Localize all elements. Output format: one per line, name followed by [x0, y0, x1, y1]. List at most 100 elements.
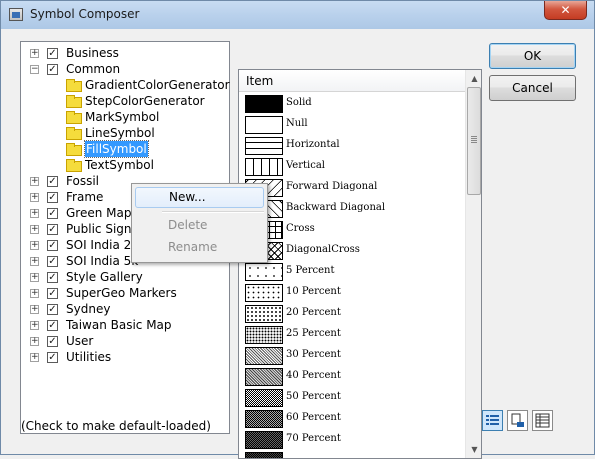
symbol-list-item[interactable]: 60 Percent [245, 409, 460, 429]
fill-pattern-swatch [245, 263, 283, 281]
context-menu-new[interactable]: New... [135, 187, 264, 208]
tree-item-textsymbol[interactable]: TextSymbol [21, 157, 226, 173]
list-vertical-scrollbar[interactable]: ▲ ▼ [465, 70, 481, 458]
scroll-up-arrow-icon[interactable]: ▲ [466, 70, 481, 87]
symbol-list-item[interactable]: 40 Percent [245, 367, 460, 387]
symbol-list-item[interactable]: Horizontal [245, 136, 460, 156]
symbol-label: 70 Percent [286, 433, 341, 444]
tree-item-fillsymbol[interactable]: FillSymbol [21, 140, 226, 158]
default-load-checkbox[interactable]: ✓ [47, 352, 58, 363]
list-view-icon [486, 415, 499, 425]
symbol-list-item[interactable]: 10 Percent [245, 283, 460, 303]
symbol-list-item[interactable]: 20 Percent [245, 304, 460, 324]
tree-item-label: FillSymbol [84, 140, 149, 158]
symbol-list-item[interactable]: Solid [245, 94, 460, 114]
default-loaded-hint: (Check to make default-loaded) [21, 419, 211, 433]
tree-item-business[interactable]: + ✓ Business [21, 45, 226, 61]
default-load-checkbox[interactable]: ✓ [47, 320, 58, 331]
default-load-checkbox[interactable]: ✓ [47, 64, 58, 75]
default-load-checkbox[interactable]: ✓ [47, 48, 58, 59]
default-load-checkbox[interactable]: ✓ [47, 272, 58, 283]
grid-view-button[interactable] [532, 410, 553, 431]
symbol-label: Vertical [286, 160, 325, 171]
cancel-button[interactable]: Cancel [489, 75, 576, 101]
default-load-checkbox[interactable]: ✓ [47, 192, 58, 203]
tree-item-gradientcolorgenerator[interactable]: GradientColorGenerator [21, 77, 230, 93]
app-window-icon [9, 8, 23, 21]
expand-icon[interactable]: + [30, 241, 39, 250]
detail-view-button[interactable] [507, 410, 528, 431]
symbol-list-item[interactable]: Forward Diagonal [245, 178, 460, 198]
context-menu-separator [162, 211, 264, 213]
symbol-list-item[interactable]: Null [245, 115, 460, 135]
context-menu-delete: Delete [168, 218, 208, 232]
close-button[interactable]: ✕ [544, 1, 587, 20]
tree-item-supergeo-markers[interactable]: + ✓ SuperGeo Markers [21, 285, 226, 301]
title-bar[interactable]: Symbol Composer ✕ [1, 1, 594, 29]
scroll-thumb[interactable] [467, 87, 481, 195]
symbol-list-item[interactable]: Backward Diagonal [245, 199, 460, 219]
item-column-header[interactable]: Item [239, 70, 466, 92]
tree-item-label: Taiwan Basic Map [66, 318, 172, 332]
default-load-checkbox[interactable]: ✓ [47, 176, 58, 187]
expand-icon[interactable]: + [30, 193, 39, 202]
default-load-checkbox[interactable]: ✓ [47, 224, 58, 235]
scroll-down-arrow-icon[interactable]: ▼ [466, 441, 481, 458]
tree-item-linesymbol[interactable]: LineSymbol [21, 125, 226, 141]
tree-item-common[interactable]: − ✓ Common [21, 61, 226, 77]
symbol-label: 50 Percent [286, 391, 341, 402]
symbol-label: 60 Percent [286, 412, 341, 423]
tree-item-marksymbol[interactable]: MarkSymbol [21, 109, 226, 125]
tree-item-label: LineSymbol [85, 126, 155, 140]
fill-pattern-swatch [245, 347, 283, 365]
tree-item-style-gallery[interactable]: + ✓ Style Gallery [21, 269, 226, 285]
expand-icon[interactable]: + [30, 321, 39, 330]
symbol-list-item[interactable]: 30 Percent [245, 346, 460, 366]
default-load-checkbox[interactable]: ✓ [47, 208, 58, 219]
symbol-list-item[interactable]: 25 Percent [245, 325, 460, 345]
symbol-item-list[interactable]: Item Solid Null Horizontal Vertical Forward … [238, 69, 482, 459]
expand-icon[interactable]: + [30, 305, 39, 314]
default-load-checkbox[interactable]: ✓ [47, 304, 58, 315]
symbol-label: 40 Percent [286, 370, 341, 381]
default-load-checkbox[interactable]: ✓ [47, 240, 58, 251]
tree-item-label: Utilities [66, 350, 112, 364]
tree-item-stepcolorgenerator[interactable]: StepColorGenerator [21, 93, 226, 109]
default-load-checkbox[interactable]: ✓ [47, 288, 58, 299]
tree-item-taiwan-basic-map[interactable]: + ✓ Taiwan Basic Map [21, 317, 226, 333]
grid-view-icon [535, 413, 550, 428]
symbol-list-item[interactable]: 70 Percent [245, 430, 460, 450]
symbol-list-item[interactable]: 5 Percent [245, 262, 460, 282]
tree-item-label: Fossil [66, 174, 99, 188]
expand-icon[interactable]: + [30, 177, 39, 186]
fill-pattern-swatch [245, 305, 283, 323]
expand-icon[interactable]: + [30, 225, 39, 234]
tree-item-label: Frame [66, 190, 104, 204]
tree-item-sydney[interactable]: + ✓ Sydney [21, 301, 226, 317]
window-title: Symbol Composer [30, 7, 140, 21]
symbol-list-item[interactable]: Cross [245, 220, 460, 240]
folder-icon [66, 79, 82, 92]
symbol-list-item[interactable] [245, 451, 460, 458]
symbol-composer-window: Symbol Composer ✕ + ✓ Business − ✓ Common Grad… [0, 0, 595, 459]
fill-pattern-swatch [245, 137, 283, 155]
default-load-checkbox[interactable]: ✓ [47, 336, 58, 347]
symbol-list-item[interactable]: DiagonalCross [245, 241, 460, 261]
default-load-checkbox[interactable]: ✓ [47, 256, 58, 267]
expand-icon[interactable]: + [30, 257, 39, 266]
expand-icon[interactable]: + [30, 353, 39, 362]
expand-icon[interactable]: + [30, 209, 39, 218]
dialog-body: + ✓ Business − ✓ Common GradientColorGenerator… [8, 29, 588, 459]
expand-icon[interactable]: + [30, 289, 39, 298]
symbol-list-item[interactable]: 50 Percent [245, 388, 460, 408]
ok-button[interactable]: OK [489, 43, 576, 69]
tree-item-label: SOI India 5k [66, 254, 139, 268]
expand-icon[interactable]: + [30, 49, 39, 58]
expand-icon[interactable]: + [30, 337, 39, 346]
collapse-icon[interactable]: − [30, 65, 39, 74]
expand-icon[interactable]: + [30, 273, 39, 282]
symbol-list-item[interactable]: Vertical [245, 157, 460, 177]
tree-item-utilities[interactable]: + ✓ Utilities [21, 349, 226, 365]
list-view-button[interactable] [482, 410, 503, 431]
tree-item-user[interactable]: + ✓ User [21, 333, 226, 349]
